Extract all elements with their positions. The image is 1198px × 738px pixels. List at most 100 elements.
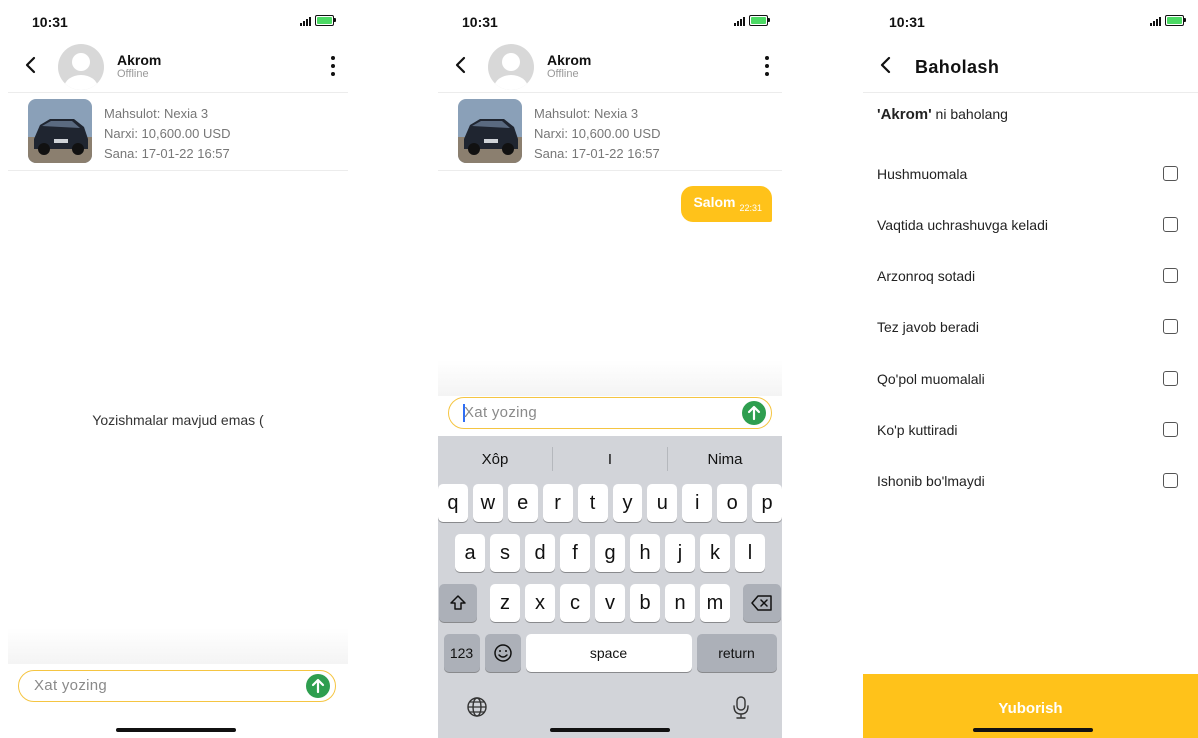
signal-icon: [734, 16, 745, 26]
rating-checkbox[interactable]: [1163, 268, 1178, 283]
key-row-4: 123 space return: [438, 634, 782, 672]
chevron-left-icon[interactable]: [875, 54, 897, 76]
status-bar: 10:31: [863, 0, 1198, 40]
status-time: 10:31: [32, 14, 68, 30]
key[interactable]: m: [700, 584, 730, 622]
rating-header: [863, 40, 1198, 93]
key[interactable]: k: [700, 534, 730, 572]
status-bar: 10:31: [438, 0, 782, 40]
contact-name[interactable]: Akrom: [117, 52, 161, 68]
rating-checkbox[interactable]: [1163, 371, 1178, 386]
rating-screen: 10:31 Baholash 'Akrom' ni baholang Hushm…: [863, 0, 1198, 738]
key[interactable]: c: [560, 584, 590, 622]
avatar[interactable]: [58, 44, 104, 90]
arrow-up-icon[interactable]: [742, 401, 766, 425]
key[interactable]: g: [595, 534, 625, 572]
key[interactable]: z: [490, 584, 520, 622]
chevron-left-icon[interactable]: [450, 54, 472, 76]
key[interactable]: j: [665, 534, 695, 572]
rating-option[interactable]: Ishonib bo'lmaydi: [877, 470, 1178, 494]
message-time: 22:31: [739, 203, 762, 213]
emoji-icon[interactable]: [484, 634, 521, 672]
key[interactable]: a: [455, 534, 485, 572]
message-input[interactable]: Xat yozing: [18, 670, 336, 702]
rating-option-label: Ishonib bo'lmaydi: [877, 473, 985, 489]
status-bar: 10:31: [8, 0, 348, 40]
rating-checkbox[interactable]: [1163, 217, 1178, 232]
product-card[interactable]: Mahsulot: Nexia 3 Narxi: 10,600.00 USD S…: [8, 92, 348, 171]
globe-icon[interactable]: [462, 692, 492, 722]
signal-icon: [300, 16, 311, 26]
microphone-icon[interactable]: [726, 692, 756, 722]
product-name: Mahsulot: Nexia 3: [534, 106, 639, 121]
key[interactable]: v: [595, 584, 625, 622]
suggestion-1[interactable]: Xôp: [438, 451, 552, 468]
rating-checkbox[interactable]: [1163, 473, 1178, 488]
key[interactable]: f: [560, 534, 590, 572]
key[interactable]: r: [542, 484, 573, 522]
key[interactable]: b: [630, 584, 660, 622]
system-icons: [300, 15, 336, 26]
message-placeholder: Xat yozing: [34, 677, 108, 694]
submit-button[interactable]: Yuborish: [863, 674, 1198, 738]
key[interactable]: q: [438, 484, 468, 522]
rating-checkbox[interactable]: [1163, 319, 1178, 334]
numbers-key[interactable]: 123: [443, 634, 480, 672]
arrow-up-icon[interactable]: [306, 674, 330, 698]
backspace-icon[interactable]: [743, 584, 781, 622]
suggestion-2[interactable]: I: [553, 451, 667, 468]
key[interactable]: l: [735, 534, 765, 572]
key[interactable]: d: [525, 534, 555, 572]
space-key[interactable]: space: [525, 634, 692, 672]
rating-option-label: Vaqtida uchrashuvga keladi: [877, 217, 1048, 233]
key[interactable]: n: [665, 584, 695, 622]
rating-option[interactable]: Arzonroq sotadi: [877, 265, 1178, 289]
key[interactable]: i: [682, 484, 713, 522]
battery-icon: [1165, 15, 1186, 26]
compose-area: [438, 360, 782, 396]
rating-option[interactable]: Tez javob beradi: [877, 316, 1178, 340]
rating-option[interactable]: Ko'p kuttiradi: [877, 419, 1178, 443]
rating-checkbox[interactable]: [1163, 422, 1178, 437]
product-price: Narxi: 10,600.00 USD: [104, 126, 231, 141]
key[interactable]: o: [717, 484, 748, 522]
battery-icon: [749, 15, 770, 26]
suggestion-3[interactable]: Nima: [668, 451, 782, 468]
contact-name[interactable]: Akrom: [547, 52, 591, 68]
shift-icon[interactable]: [439, 584, 477, 622]
product-photo: [458, 99, 522, 163]
contact-presence: Offline: [547, 68, 579, 80]
key[interactable]: e: [507, 484, 538, 522]
return-key[interactable]: return: [696, 634, 777, 672]
rating-checkbox[interactable]: [1163, 166, 1178, 181]
more-vertical-icon[interactable]: [764, 56, 770, 76]
key[interactable]: s: [490, 534, 520, 572]
chevron-left-icon[interactable]: [20, 54, 42, 76]
product-date: Sana: 17-01-22 16:57: [104, 146, 230, 161]
key[interactable]: h: [630, 534, 660, 572]
message-input[interactable]: Xat yozing: [448, 397, 772, 429]
message-bubble-outgoing[interactable]: Salom 22:31: [681, 186, 772, 222]
compose-area: [8, 628, 348, 664]
key[interactable]: t: [577, 484, 608, 522]
avatar[interactable]: [488, 44, 534, 90]
key[interactable]: w: [472, 484, 503, 522]
product-info: Mahsulot: Nexia 3 Narxi: 10,600.00 USD S…: [534, 104, 660, 164]
rating-option[interactable]: Hushmuomala: [877, 163, 1178, 187]
key[interactable]: y: [612, 484, 643, 522]
rating-prompt-text: ni baholang: [931, 106, 1008, 122]
product-price: Narxi: 10,600.00 USD: [534, 126, 661, 141]
more-vertical-icon[interactable]: [330, 56, 336, 76]
rating-option[interactable]: Qo'pol muomalali: [877, 368, 1178, 392]
battery-icon: [315, 15, 336, 26]
key[interactable]: u: [647, 484, 678, 522]
rating-option[interactable]: Vaqtida uchrashuvga keladi: [877, 214, 1178, 238]
chat-header: Akrom Offline: [438, 40, 782, 93]
key[interactable]: p: [752, 484, 782, 522]
rating-option-label: Ko'p kuttiradi: [877, 422, 958, 438]
product-date: Sana: 17-01-22 16:57: [534, 146, 660, 161]
status-time: 10:31: [462, 14, 498, 30]
product-card[interactable]: Mahsulot: Nexia 3 Narxi: 10,600.00 USD S…: [438, 92, 782, 171]
home-indicator: [973, 728, 1093, 732]
key[interactable]: x: [525, 584, 555, 622]
